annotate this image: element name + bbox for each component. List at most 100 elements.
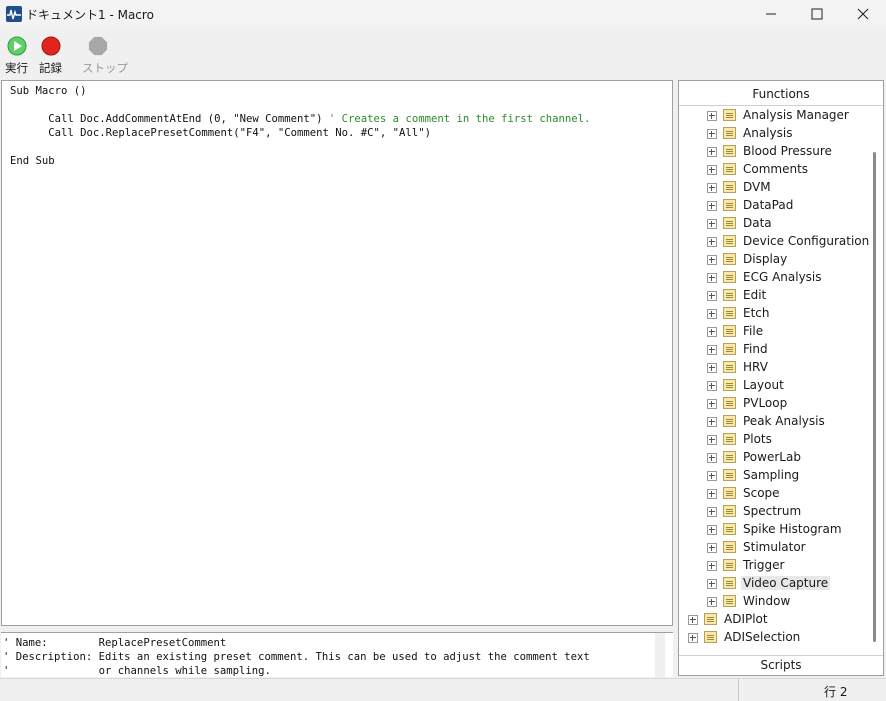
- tree-item[interactable]: Comments: [679, 161, 869, 179]
- folder-icon: [723, 181, 736, 193]
- tree-item[interactable]: Peak Analysis: [679, 413, 869, 431]
- expand-plus-icon[interactable]: [707, 345, 717, 355]
- tree-item-label: Layout: [743, 378, 784, 392]
- tree-item[interactable]: HRV: [679, 359, 869, 377]
- expand-plus-icon[interactable]: [707, 561, 717, 571]
- record-button[interactable]: 記録: [38, 36, 66, 76]
- tree-item[interactable]: DVM: [679, 179, 869, 197]
- expand-plus-icon[interactable]: [707, 453, 717, 463]
- tree-item[interactable]: Spike Histogram: [679, 521, 869, 539]
- expand-plus-icon[interactable]: [707, 309, 717, 319]
- expand-plus-icon[interactable]: [707, 129, 717, 139]
- tree-item[interactable]: Trigger: [679, 557, 869, 575]
- tree-scrollbar-thumb[interactable]: [873, 152, 876, 642]
- tree-item[interactable]: Layout: [679, 377, 869, 395]
- expand-plus-icon[interactable]: [707, 111, 717, 121]
- tree-item[interactable]: Etch: [679, 305, 869, 323]
- tree-item[interactable]: Data: [679, 215, 869, 233]
- maximize-button[interactable]: [794, 0, 840, 28]
- expand-plus-icon[interactable]: [707, 435, 717, 445]
- expand-plus-icon[interactable]: [707, 291, 717, 301]
- expand-plus-icon[interactable]: [707, 417, 717, 427]
- tree-item-label: PVLoop: [743, 396, 788, 410]
- tree-item-label: Spectrum: [743, 504, 802, 518]
- close-icon: [857, 8, 869, 20]
- record-label: 記録: [39, 61, 62, 75]
- desc-name-line: ' Name: ReplacePresetComment: [3, 637, 227, 649]
- run-button[interactable]: 実行: [4, 36, 30, 76]
- tree-item-label: Peak Analysis: [743, 414, 825, 428]
- tree-item[interactable]: Plots: [679, 431, 869, 449]
- tree-item[interactable]: Spectrum: [679, 503, 869, 521]
- expand-plus-icon[interactable]: [707, 543, 717, 553]
- tree-item[interactable]: PowerLab: [679, 449, 869, 467]
- code-line: Call Doc.AddCommentAtEnd (0, "New Commen…: [10, 112, 590, 126]
- description-scrollbar[interactable]: [655, 633, 665, 677]
- folder-icon: [723, 217, 736, 229]
- tree-item-label: DVM: [743, 180, 771, 194]
- close-button[interactable]: [840, 0, 886, 28]
- function-description: ' Name: ReplacePresetComment ' Descriptio…: [3, 636, 590, 677]
- expand-plus-icon[interactable]: [707, 219, 717, 229]
- expand-plus-icon[interactable]: [707, 471, 717, 481]
- expand-plus-icon[interactable]: [707, 525, 717, 535]
- scripts-tab[interactable]: Scripts: [679, 655, 883, 675]
- tree-item[interactable]: Window: [679, 593, 869, 611]
- folder-icon: [723, 379, 736, 391]
- tree-item[interactable]: Analysis Manager: [679, 107, 869, 125]
- tree-item[interactable]: Scope: [679, 485, 869, 503]
- tree-item[interactable]: Video Capture: [679, 575, 869, 593]
- tree-item-label: ADIPlot: [724, 612, 768, 626]
- code-editor[interactable]: Sub Macro () Call Doc.AddCommentAtEnd (0…: [1, 80, 673, 626]
- tree-item[interactable]: Edit: [679, 287, 869, 305]
- expand-plus-icon[interactable]: [688, 615, 698, 625]
- status-bar: 行 2: [0, 678, 886, 701]
- expand-plus-icon[interactable]: [707, 489, 717, 499]
- tree-item[interactable]: File: [679, 323, 869, 341]
- tree-item[interactable]: DataPad: [679, 197, 869, 215]
- stop-label: ストップ: [82, 61, 128, 75]
- expand-plus-icon[interactable]: [707, 507, 717, 517]
- tree-item[interactable]: Analysis: [679, 125, 869, 143]
- description-pane[interactable]: ' Name: ReplacePresetComment ' Descriptio…: [1, 632, 673, 677]
- tree-item[interactable]: Blood Pressure: [679, 143, 869, 161]
- tree-item[interactable]: PVLoop: [679, 395, 869, 413]
- expand-plus-icon[interactable]: [707, 363, 717, 373]
- maximize-icon: [811, 8, 823, 20]
- expand-plus-icon[interactable]: [707, 597, 717, 607]
- tree-item-label: HRV: [743, 360, 768, 374]
- code-comment: ' Creates a comment in the first channel…: [328, 113, 591, 125]
- expand-plus-icon[interactable]: [707, 399, 717, 409]
- expand-plus-icon[interactable]: [707, 237, 717, 247]
- folder-icon: [704, 613, 717, 625]
- expand-plus-icon[interactable]: [707, 327, 717, 337]
- expand-plus-icon[interactable]: [707, 201, 717, 211]
- tree-item-label: Trigger: [743, 558, 785, 572]
- expand-plus-icon[interactable]: [688, 633, 698, 643]
- expand-plus-icon[interactable]: [707, 255, 717, 265]
- expand-plus-icon[interactable]: [707, 273, 717, 283]
- functions-header: Functions: [679, 81, 883, 106]
- tree-root-item[interactable]: ADIPlot: [679, 611, 869, 629]
- tree-item[interactable]: Find: [679, 341, 869, 359]
- tree-item[interactable]: Device Configuration: [679, 233, 869, 251]
- app-waveform-icon: [6, 6, 22, 22]
- expand-plus-icon[interactable]: [707, 147, 717, 157]
- tree-item[interactable]: Sampling: [679, 467, 869, 485]
- expand-plus-icon[interactable]: [707, 183, 717, 193]
- tree-item[interactable]: ECG Analysis: [679, 269, 869, 287]
- tree-root-item[interactable]: ADISelection: [679, 629, 869, 647]
- tree-item-label: Stimulator: [743, 540, 806, 554]
- tree-item[interactable]: Stimulator: [679, 539, 869, 557]
- tree-item-label: ADISelection: [724, 630, 801, 644]
- stop-button[interactable]: ストップ: [80, 36, 128, 76]
- tree-item-label: PowerLab: [743, 450, 801, 464]
- tree-item-label: Blood Pressure: [743, 144, 832, 158]
- expand-plus-icon[interactable]: [707, 579, 717, 589]
- expand-plus-icon[interactable]: [707, 381, 717, 391]
- tree-item-label: Comments: [743, 162, 809, 176]
- tree-item[interactable]: Display: [679, 251, 869, 269]
- folder-icon: [723, 415, 736, 427]
- expand-plus-icon[interactable]: [707, 165, 717, 175]
- minimize-button[interactable]: [748, 0, 794, 28]
